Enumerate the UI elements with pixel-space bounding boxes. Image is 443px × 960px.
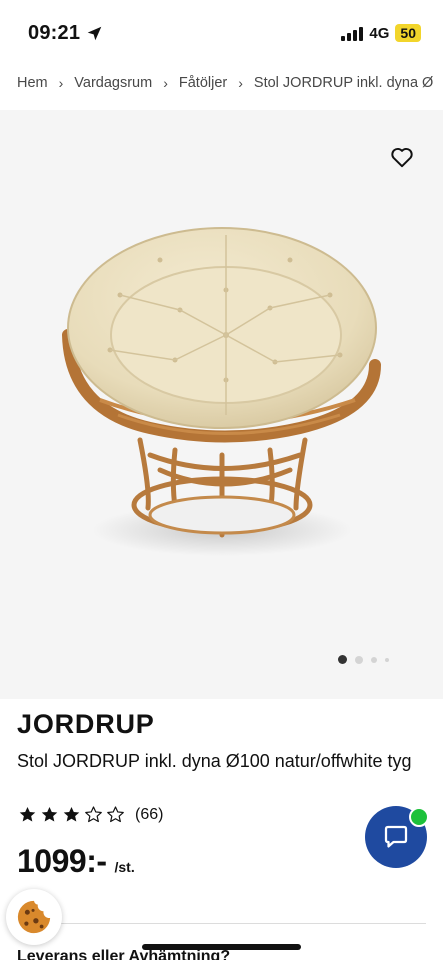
battery-indicator: 50 [395,24,421,42]
status-bar: 09:21 4G 50 [0,0,443,62]
rating-count: (66) [135,805,164,823]
breadcrumb-separator: › [163,75,168,91]
gallery-pagination [338,655,389,664]
gallery-dot[interactable] [385,657,389,662]
gallery-dot-active[interactable] [338,655,347,664]
online-status-badge [409,807,429,827]
home-indicator[interactable] [142,944,301,950]
section-divider [17,923,426,924]
star-filled-icon [63,806,80,822]
cookie-icon [17,900,51,934]
gallery-dot[interactable] [371,656,377,663]
status-time: 09:21 [28,22,81,44]
product-image [62,227,381,556]
star-filled-icon [19,806,36,822]
status-time-group: 09:21 [28,22,103,45]
heart-icon[interactable] [389,144,415,170]
status-indicators: 4G 50 [341,24,421,42]
gallery-dot[interactable] [355,655,363,664]
star-empty-icon [85,806,102,823]
signal-icon [341,26,364,41]
breadcrumb-living-room[interactable]: Vardagsrum [74,75,152,91]
cookie-settings-button[interactable] [6,889,62,945]
chat-bubble-icon [384,825,408,848]
price-unit: /st. [114,859,135,875]
star-filled-icon [41,806,58,822]
breadcrumb-separator: › [238,75,243,91]
product-brand: JORDRUP [17,709,155,739]
price-value: 1099:- [17,843,107,879]
product-image-gallery[interactable] [0,110,443,699]
breadcrumb: Hem › Vardagsrum › Fåtöljer › Stol JORDR… [17,72,443,94]
network-type: 4G [369,24,390,42]
product-price: 1099:- /st. [17,843,135,880]
breadcrumb-armchairs[interactable]: Fåtöljer [179,75,227,91]
product-rating[interactable]: (66) [18,805,163,824]
breadcrumb-home[interactable]: Hem [17,75,48,91]
star-empty-icon [107,806,124,823]
product-name: Stol JORDRUP inkl. dyna Ø100 natur/offwh… [17,751,412,771]
breadcrumb-current-product[interactable]: Stol JORDRUP inkl. dyna Ø [254,75,433,91]
breadcrumb-separator: › [58,75,64,91]
location-arrow-icon [87,26,102,41]
